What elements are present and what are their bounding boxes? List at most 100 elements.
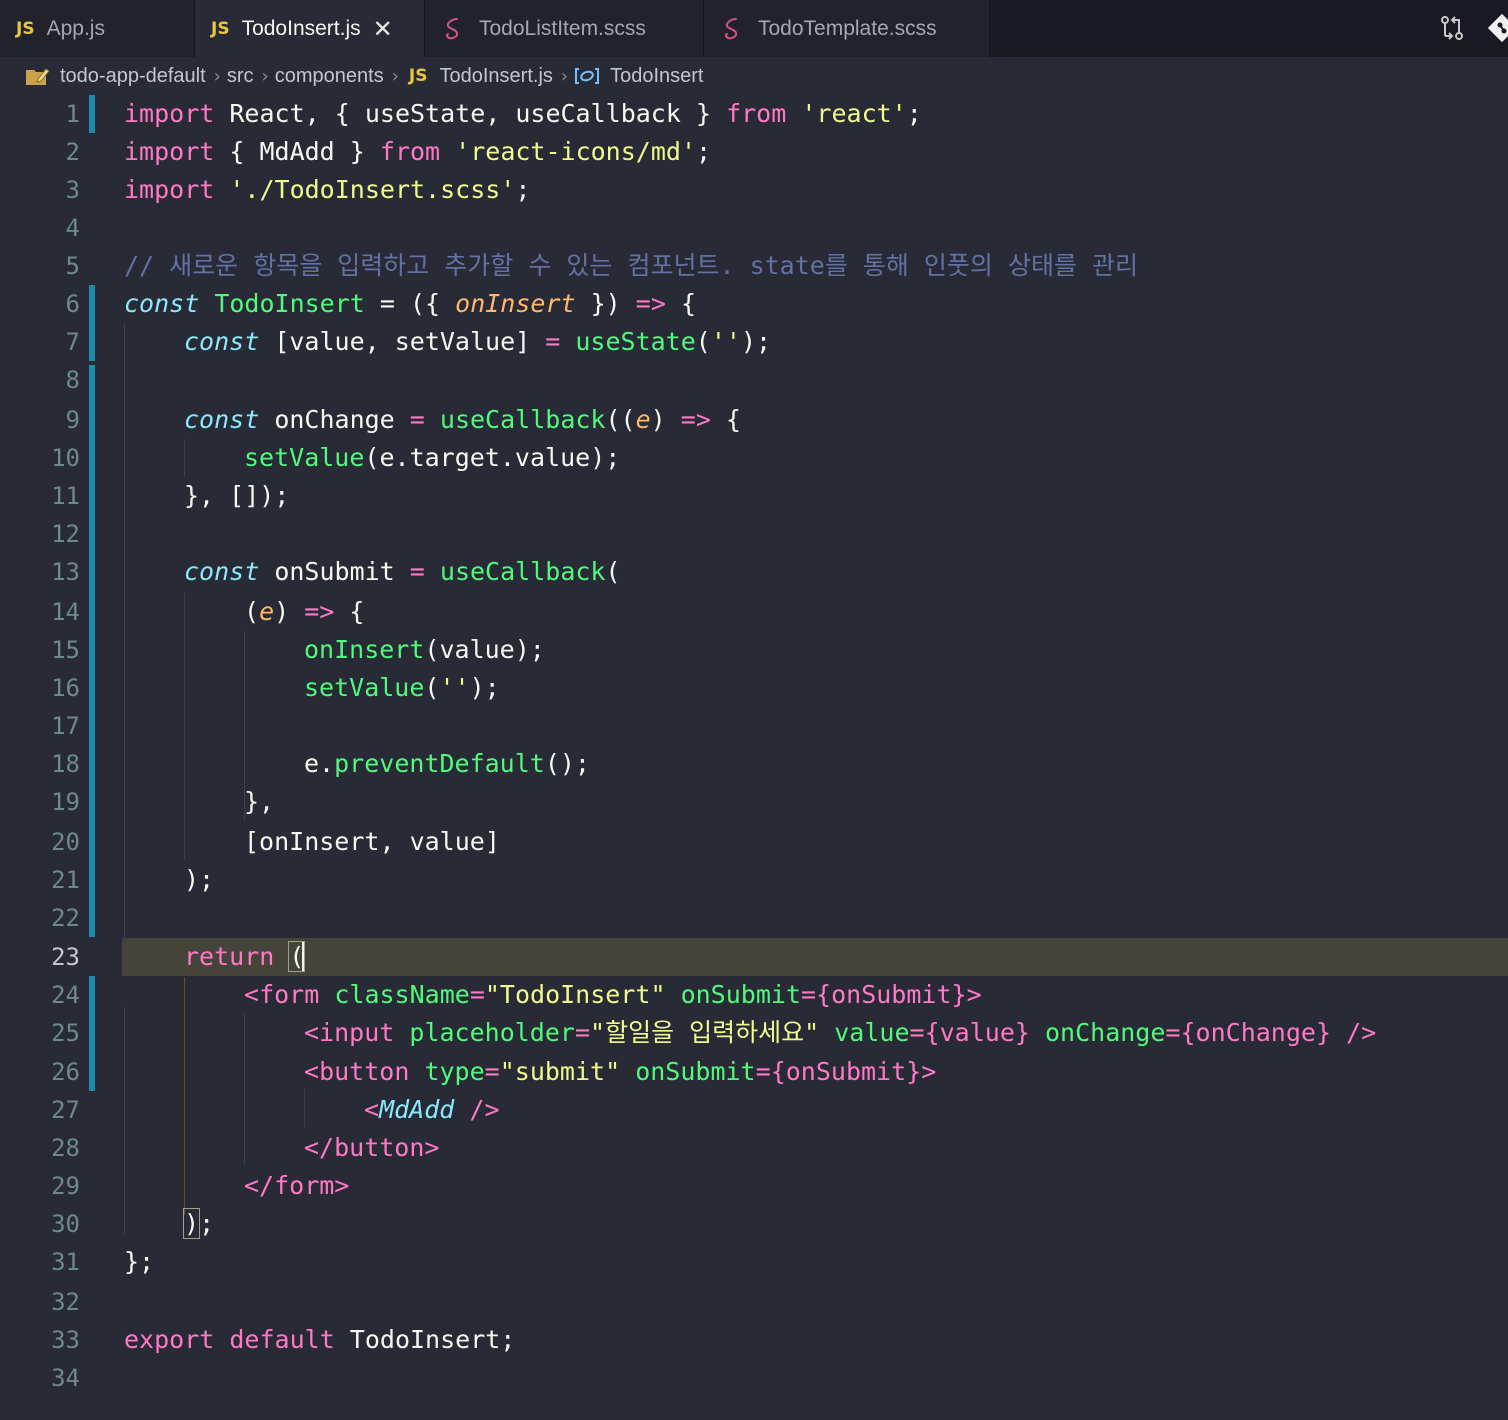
code-line: 3 import './TodoInsert.scss';: [0, 171, 1508, 209]
code-line: 6 const TodoInsert = ({ onInsert }) => {: [0, 285, 1508, 323]
code-text: import React, { useState, useCallback } …: [124, 99, 922, 128]
code-line: 33 export default TodoInsert;: [0, 1321, 1508, 1359]
line-number: 15: [51, 636, 80, 664]
code-line: 30 );: [0, 1205, 1508, 1243]
code-line: 34: [0, 1359, 1508, 1397]
line-number: 3: [65, 176, 80, 204]
code-text: );: [184, 865, 215, 894]
js-file-icon: JS: [211, 18, 230, 39]
line-number: 8: [65, 366, 80, 394]
breadcrumb-src[interactable]: src: [227, 65, 254, 88]
close-icon[interactable]: ✕: [373, 15, 393, 43]
code-line-current: 23 return (: [0, 938, 1508, 976]
compare-changes-icon[interactable]: [1438, 14, 1466, 42]
line-number: 28: [51, 1134, 80, 1162]
tab-todoinsert-js[interactable]: JS TodoInsert.js ✕: [195, 0, 425, 57]
breadcrumb-symbol[interactable]: TodoInsert: [574, 65, 703, 88]
line-number: 18: [51, 750, 80, 778]
line-number: 29: [51, 1172, 80, 1200]
code-text: <MdAdd />: [364, 1095, 500, 1124]
line-number: 31: [51, 1248, 80, 1276]
code-text: e.preventDefault();: [304, 749, 590, 778]
tab-todotemplate-scss[interactable]: TodoTemplate.scss: [704, 0, 990, 57]
scss-icon: [724, 17, 738, 39]
line-number: 1: [65, 100, 80, 128]
code-text: onInsert(value);: [304, 635, 545, 664]
code-line: 4: [0, 209, 1508, 247]
code-line: 16 setValue('');: [0, 669, 1508, 707]
line-number: 17: [51, 712, 80, 740]
breadcrumb-components[interactable]: components: [275, 65, 384, 88]
tab-label: TodoTemplate.scss: [758, 16, 937, 40]
code-text: };: [124, 1247, 155, 1276]
line-number: 34: [51, 1364, 80, 1392]
line-number: 23: [51, 943, 80, 971]
code-line: 24 <form className="TodoInsert" onSubmit…: [0, 976, 1508, 1014]
code-editor[interactable]: 1 import React, { useState, useCallback …: [0, 95, 1508, 1420]
line-number: 26: [51, 1058, 80, 1086]
code-text: setValue('');: [304, 673, 500, 702]
code-line: 11 }, []);: [0, 477, 1508, 515]
code-text: }, []);: [184, 481, 290, 510]
code-text: </button>: [304, 1133, 440, 1162]
line-number: 32: [51, 1288, 80, 1316]
chevron-right-icon: ›: [391, 65, 399, 87]
tab-label: TodoListItem.scss: [479, 16, 646, 40]
code-line: 5 // 새로운 항목을 입력하고 추가할 수 있는 컴포넌트. state를 …: [0, 247, 1508, 285]
code-text: export default TodoInsert;: [124, 1325, 516, 1354]
code-line: 22: [0, 899, 1508, 937]
line-number: 24: [51, 981, 80, 1009]
code-line: 7 const [value, setValue] = useState('')…: [0, 323, 1508, 361]
symbol-class-icon: [575, 68, 600, 84]
js-file-icon: JS: [16, 18, 35, 39]
code-comment: // 새로운 항목을 입력하고 추가할 수 있는 컴포넌트. state를 통해…: [124, 251, 1139, 280]
code-line: 31 };: [0, 1243, 1508, 1281]
line-number: 33: [51, 1326, 80, 1354]
js-file-icon: JS: [408, 66, 428, 86]
code-line: 21 );: [0, 861, 1508, 899]
line-number: 22: [51, 904, 80, 932]
code-line: 25 <input placeholder="할일을 입력하세요" value=…: [0, 1014, 1508, 1052]
line-number: 4: [65, 214, 80, 242]
editor-actions: [1408, 0, 1508, 57]
line-number: 5: [65, 252, 80, 280]
code-line: 10 setValue(e.target.value);: [0, 439, 1508, 477]
tab-label: App.js: [46, 16, 105, 40]
code-text: },: [244, 787, 275, 816]
code-line: 28 </button>: [0, 1129, 1508, 1167]
breadcrumb-file[interactable]: JS TodoInsert.js: [405, 65, 553, 88]
code-line: 9 const onChange = useCallback((e) => {: [0, 401, 1508, 439]
line-number: 7: [65, 328, 80, 356]
code-line: 32: [0, 1283, 1508, 1321]
line-number: 12: [51, 520, 80, 548]
code-line: 26 <button type="submit" onSubmit={onSub…: [0, 1053, 1508, 1091]
tab-app-js[interactable]: JS App.js: [0, 0, 195, 57]
line-number: 6: [65, 290, 80, 318]
scss-icon: [445, 17, 459, 39]
code-text: import { MdAdd } from 'react-icons/md';: [124, 137, 712, 166]
line-number: 9: [65, 406, 80, 434]
tab-todolistitem-scss[interactable]: TodoListItem.scss: [425, 0, 704, 57]
code-line: 18 e.preventDefault();: [0, 745, 1508, 783]
tab-label: TodoInsert.js: [241, 16, 361, 40]
code-line: 27 <MdAdd />: [0, 1091, 1508, 1129]
code-text: <button type="submit" onSubmit={onSubmit…: [304, 1057, 937, 1086]
code-line: 1 import React, { useState, useCallback …: [0, 95, 1508, 133]
folder-icon: [26, 68, 50, 85]
chevron-right-icon: ›: [213, 65, 221, 87]
code-line: 20 [onInsert, value]: [0, 823, 1508, 861]
code-line: 29 </form>: [0, 1167, 1508, 1205]
code-text: <form className="TodoInsert" onSubmit={o…: [244, 980, 982, 1009]
breadcrumb-file-label: TodoInsert.js: [439, 64, 553, 87]
git-icon[interactable]: [1486, 12, 1508, 44]
code-text: const [value, setValue] = useState('');: [184, 327, 772, 356]
line-number: 13: [51, 558, 80, 586]
line-number: 10: [51, 444, 80, 472]
code-line: 2 import { MdAdd } from 'react-icons/md'…: [0, 133, 1508, 171]
breadcrumb-symbol-label: TodoInsert: [610, 64, 704, 87]
line-number: 14: [51, 598, 80, 626]
code-text: [onInsert, value]: [244, 827, 500, 856]
breadcrumb-folder[interactable]: todo-app-default: [24, 65, 206, 88]
code-text: import './TodoInsert.scss';: [124, 175, 531, 204]
code-text: );: [182, 1208, 215, 1239]
